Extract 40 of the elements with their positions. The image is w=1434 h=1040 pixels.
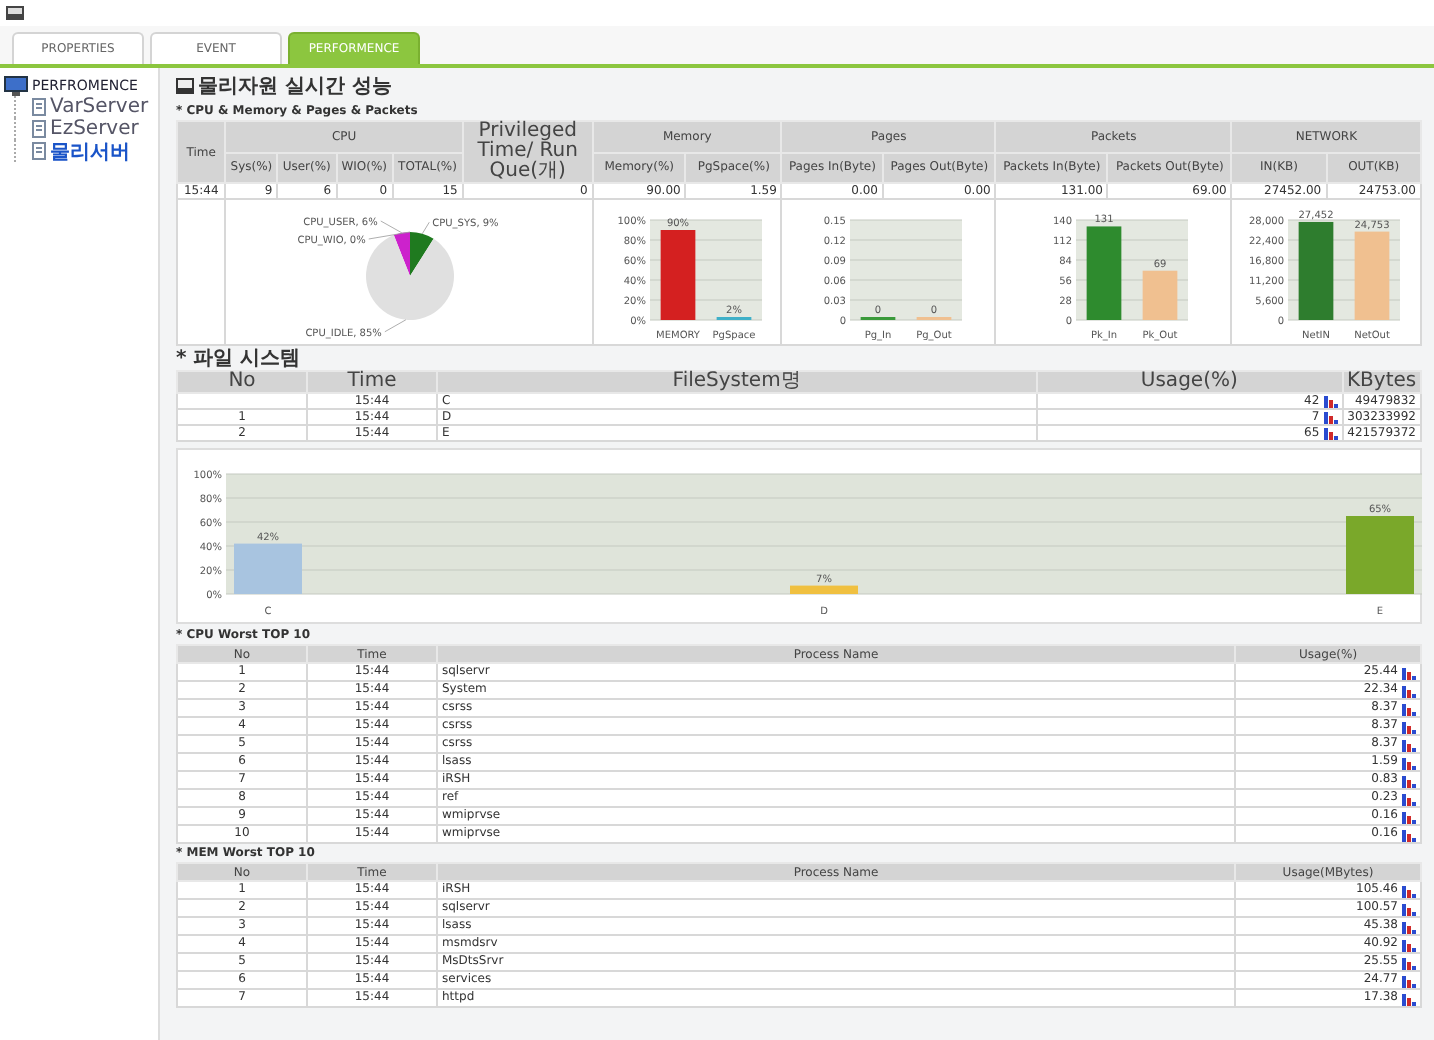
tree-item[interactable]: 물리서버 [50, 137, 130, 165]
bar-chart-icon[interactable] [1402, 737, 1416, 751]
bar-chart-icon[interactable] [1402, 919, 1416, 933]
document-icon [32, 142, 46, 160]
bar-chart-icon[interactable] [1402, 809, 1416, 823]
monitor-icon [4, 76, 28, 96]
bar-chart-icon[interactable] [1402, 991, 1416, 1005]
bar-chart-icon[interactable] [1402, 973, 1416, 987]
leader-line [420, 221, 429, 235]
bar-chart-icon[interactable] [1402, 665, 1416, 679]
section-title: * 파일 시스템 [176, 348, 303, 370]
bar-chart-icon[interactable] [1323, 426, 1338, 440]
monitor-icon [176, 77, 194, 93]
tree-item[interactable]: VarServer [50, 96, 149, 118]
column-header: KBytes [1342, 371, 1421, 393]
bar-chart-icon[interactable] [1402, 901, 1416, 915]
bar-chart-icon[interactable] [1402, 937, 1416, 951]
bar-chart-icon[interactable] [1402, 791, 1416, 805]
bar-chart-icon[interactable] [1323, 394, 1338, 408]
document-icon [32, 120, 46, 138]
column-header: Usage(%) [1036, 371, 1343, 393]
window-icon [6, 6, 24, 20]
column-header: FileSystem명 [437, 371, 1037, 393]
bar-chart-icon[interactable] [1402, 773, 1416, 787]
bar-chart-icon[interactable] [1402, 701, 1416, 715]
bar-chart-icon[interactable] [1402, 683, 1416, 697]
bar-chart-icon[interactable] [1402, 755, 1416, 769]
bar-chart-icon[interactable] [1323, 410, 1338, 424]
column-header: Privileged Time/ Run Que(개) [462, 121, 593, 183]
leader-line [383, 319, 406, 333]
bar-chart-icon[interactable] [1402, 955, 1416, 969]
tree-item[interactable]: EzServer [50, 118, 139, 140]
bar-chart-icon[interactable] [1402, 883, 1416, 897]
column-header: No [177, 371, 307, 393]
column-header: Time [307, 371, 437, 393]
page-title: 물리자원 실시간 성능 [198, 73, 392, 99]
bar-chart-icon[interactable] [1402, 827, 1416, 841]
document-icon [32, 98, 46, 116]
bar-chart-icon[interactable] [1402, 719, 1416, 733]
table-cell [177, 393, 307, 409]
